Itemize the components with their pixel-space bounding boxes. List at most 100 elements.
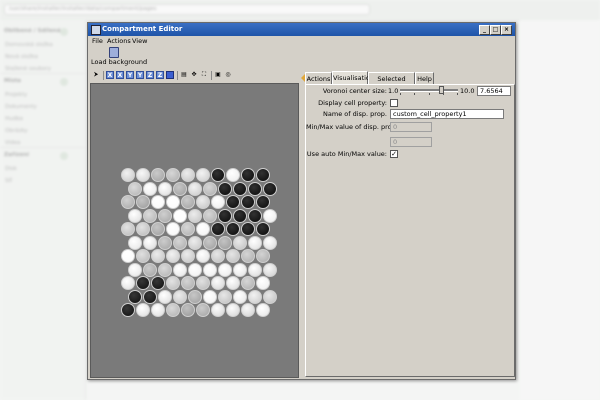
voronoi-cell[interactable]: [166, 303, 180, 317]
voronoi-cell[interactable]: [173, 262, 187, 277]
voronoi-cell[interactable]: [211, 249, 225, 263]
voronoi-cell[interactable]: [203, 208, 217, 223]
voronoi-cell[interactable]: [121, 168, 135, 182]
close-button[interactable]: ×: [501, 25, 512, 35]
voronoi-cell[interactable]: [158, 289, 172, 304]
max-value-field[interactable]: 0: [390, 137, 432, 147]
voronoi-cell[interactable]: [218, 289, 232, 304]
voronoi-cell[interactable]: [181, 195, 195, 209]
voronoi-cell[interactable]: [181, 303, 195, 317]
voronoi-cell[interactable]: [173, 208, 187, 223]
voronoi-cell[interactable]: [166, 222, 180, 236]
voronoi-cell[interactable]: [136, 276, 150, 290]
menu-view[interactable]: View: [132, 37, 147, 45]
voronoi-cell[interactable]: [226, 249, 240, 263]
voronoi-cell[interactable]: [241, 195, 255, 209]
voronoi-cell[interactable]: [151, 195, 165, 209]
voronoi-cell[interactable]: [136, 168, 150, 182]
voronoi-cell[interactable]: [196, 276, 210, 290]
voronoi-cell[interactable]: [128, 289, 142, 304]
voronoi-cell[interactable]: [166, 249, 180, 263]
voronoi-cell[interactable]: [158, 235, 172, 250]
load-background-button[interactable]: Load background: [91, 47, 147, 69]
tab-actions[interactable]: Actions: [305, 72, 332, 84]
voronoi-cell[interactable]: [248, 235, 262, 250]
voronoi-cell[interactable]: [241, 168, 255, 182]
voronoi-cell[interactable]: [173, 181, 187, 196]
voronoi-cell[interactable]: [136, 195, 150, 209]
voronoi-size-value-field[interactable]: 7.6564: [477, 86, 511, 96]
voronoi-cell[interactable]: [263, 289, 277, 304]
voronoi-cell[interactable]: [203, 289, 217, 304]
voronoi-cell[interactable]: [151, 303, 165, 317]
voronoi-cell[interactable]: [211, 222, 225, 236]
voronoi-cell[interactable]: [218, 262, 232, 277]
voronoi-cell[interactable]: [196, 303, 210, 317]
tab-help[interactable]: Help: [415, 72, 434, 84]
disp-prop-name-field[interactable]: custom_cell_property1: [390, 109, 504, 119]
voronoi-cell[interactable]: [226, 222, 240, 236]
voronoi-cell[interactable]: [136, 303, 150, 317]
voronoi-cell[interactable]: [256, 303, 270, 317]
voronoi-cell[interactable]: [196, 195, 210, 209]
voronoi-cell[interactable]: [196, 222, 210, 236]
voronoi-cell[interactable]: [181, 276, 195, 290]
voronoi-cell[interactable]: [211, 303, 225, 317]
slider-thumb[interactable]: [439, 86, 444, 94]
voronoi-cell[interactable]: [218, 208, 232, 223]
voronoi-cell[interactable]: [188, 181, 202, 196]
display-cell-property-checkbox[interactable]: [390, 99, 398, 107]
tab-selected-center[interactable]: Selected center: [368, 72, 415, 95]
view-3d-cube-icon[interactable]: [166, 71, 174, 79]
voronoi-cell[interactable]: [136, 222, 150, 236]
voronoi-cell[interactable]: [151, 222, 165, 236]
menu-file[interactable]: File: [92, 37, 103, 45]
voronoi-cell[interactable]: [128, 181, 142, 196]
voronoi-cell[interactable]: [143, 262, 157, 277]
view-x-reverse-icon[interactable]: X: [116, 71, 124, 79]
voronoi-cell[interactable]: [181, 168, 195, 182]
voronoi-cell[interactable]: [158, 208, 172, 223]
voronoi-cell[interactable]: [166, 276, 180, 290]
voronoi-cell[interactable]: [233, 235, 247, 250]
voronoi-cell[interactable]: [188, 289, 202, 304]
min-value-field[interactable]: 0: [390, 122, 432, 132]
voronoi-cell[interactable]: [151, 276, 165, 290]
use-auto-minmax-checkbox[interactable]: ✓: [390, 150, 398, 158]
voronoi-cell[interactable]: [188, 262, 202, 277]
voronoi-cell[interactable]: [263, 208, 277, 223]
layers-icon[interactable]: ▤: [180, 71, 188, 79]
voronoi-cell[interactable]: [218, 181, 232, 196]
voronoi-cell[interactable]: [158, 262, 172, 277]
voronoi-cell[interactable]: [241, 303, 255, 317]
voronoi-cell[interactable]: [143, 289, 157, 304]
menu-actions[interactable]: Actions: [107, 37, 131, 45]
voronoi-cell[interactable]: [196, 168, 210, 182]
voronoi-cell[interactable]: [121, 249, 135, 263]
voronoi-cell[interactable]: [173, 235, 187, 250]
voronoi-size-slider[interactable]: [400, 85, 458, 95]
voronoi-cell[interactable]: [248, 289, 262, 304]
voronoi-cell[interactable]: [248, 208, 262, 223]
voronoi-cell[interactable]: [233, 208, 247, 223]
minimize-button[interactable]: _: [479, 25, 490, 35]
voronoi-cell[interactable]: [203, 235, 217, 250]
save-icon[interactable]: ▣: [214, 71, 222, 79]
voronoi-cell[interactable]: [173, 289, 187, 304]
view-x-icon[interactable]: X: [106, 71, 114, 79]
voronoi-cell[interactable]: [188, 208, 202, 223]
voronoi-cell[interactable]: [233, 289, 247, 304]
view-y-icon[interactable]: Y: [126, 71, 134, 79]
voronoi-cell[interactable]: [203, 181, 217, 196]
voronoi-cell[interactable]: [256, 276, 270, 290]
maximize-button[interactable]: □: [490, 25, 501, 35]
voronoi-cell[interactable]: [128, 208, 142, 223]
title-bar[interactable]: Compartment Editor _ □ ×: [88, 23, 515, 36]
settings-icon[interactable]: ◎: [224, 71, 232, 79]
voronoi-cell[interactable]: [241, 222, 255, 236]
voronoi-cell[interactable]: [188, 235, 202, 250]
voronoi-cell[interactable]: [121, 195, 135, 209]
voronoi-cell[interactable]: [211, 276, 225, 290]
voronoi-cell[interactable]: [226, 276, 240, 290]
voronoi-cell[interactable]: [241, 249, 255, 263]
